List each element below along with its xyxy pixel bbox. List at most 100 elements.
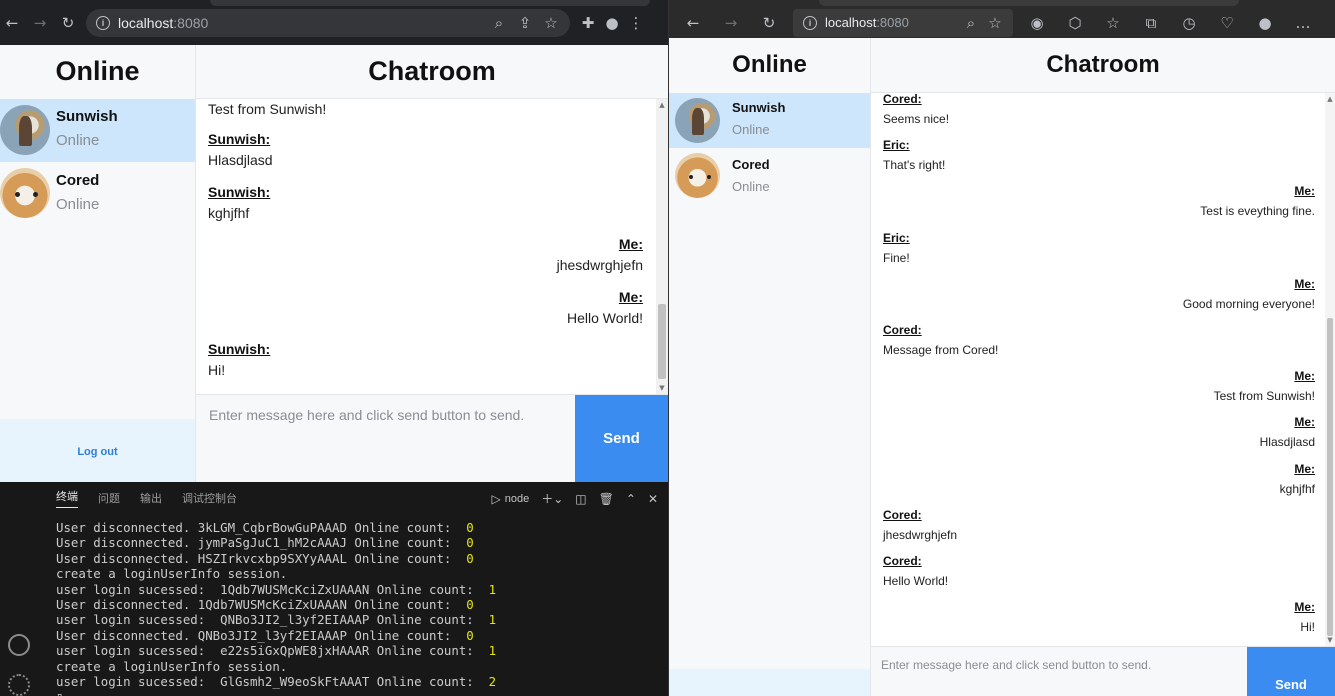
message-text: Hlasdjlasd	[208, 152, 273, 168]
shell-label[interactable]: node	[505, 493, 529, 505]
message-sender: Sunwish:	[208, 131, 271, 147]
message: Sunwish: Hlasdjlasd	[208, 131, 643, 168]
extensions-icon[interactable]: ⬡	[1063, 11, 1087, 35]
account-icon[interactable]	[8, 634, 30, 656]
tab-terminal[interactable]: 终端	[56, 488, 78, 508]
message-text: That's right!	[883, 158, 946, 173]
bookmark-star-icon[interactable]: ☆	[542, 11, 560, 35]
add-favorite-icon[interactable]: ☆	[987, 11, 1003, 35]
logout-bar: Log out	[0, 419, 195, 482]
avatar	[675, 153, 720, 198]
performance-icon[interactable]: ♡	[1215, 11, 1239, 35]
user-name: Cored	[732, 157, 770, 172]
message-sender: Me:	[1294, 415, 1315, 430]
message-sender: Cored:	[883, 93, 922, 106]
message-text: Seems nice!	[883, 112, 950, 126]
forward-icon[interactable]: →	[28, 11, 52, 35]
message-scrollbar[interactable]: ▲ ▼	[1325, 93, 1335, 646]
avatar	[0, 168, 50, 218]
scroll-down-icon[interactable]: ▼	[1325, 636, 1335, 644]
terminal-panel: 终端 问题 输出 调试控制台 ▷ node ＋⌄ ◫ 🗑 ⌃ ✕ User di…	[0, 482, 668, 696]
terminal-line: user login sucessed: GlGsmh2_W9eoSkFtAAA…	[56, 674, 497, 690]
split-terminal-icon[interactable]: ◫	[575, 492, 586, 506]
message-text: Message from Cored!	[883, 343, 999, 357]
user-status: Online	[732, 122, 770, 137]
message: Me: Hello World!	[208, 289, 643, 326]
site-info-icon[interactable]: i	[96, 15, 110, 30]
message-text: Test from Sunwish!	[1213, 389, 1315, 404]
share-icon[interactable]: ⇪	[516, 11, 534, 35]
tab-strip	[210, 0, 650, 6]
tab-output[interactable]: 输出	[140, 490, 162, 506]
message: Eric: That's right!	[883, 138, 1315, 172]
message-input[interactable]	[209, 407, 569, 423]
tab-debug-console[interactable]: 调试控制台	[182, 490, 237, 506]
terminal-output[interactable]: User disconnected. 3kLGM_CqbrBowGuPAAAD …	[56, 520, 496, 696]
zoom-icon[interactable]: ⌕	[963, 11, 979, 35]
tab-problems[interactable]: 问题	[98, 490, 120, 506]
user-item-cored[interactable]: Cored Online	[0, 162, 195, 225]
add-terminal-icon[interactable]: ＋⌄	[541, 490, 563, 507]
message-text: jhesdwrghjefn	[883, 527, 958, 542]
message-sender: Eric:	[883, 138, 910, 153]
reload-icon[interactable]: ↻	[757, 11, 781, 35]
scrollbar-thumb[interactable]	[1327, 318, 1333, 636]
message: Me: Test is eveything fine.	[883, 184, 1315, 218]
user-item-cored[interactable]: Cored Online	[669, 148, 870, 203]
address-bar[interactable]: i localhost:8080 ⌕ ☆	[793, 8, 1013, 37]
collections-icon[interactable]: ⧉	[1139, 11, 1163, 35]
message-text: Hello World!	[883, 574, 949, 588]
back-icon[interactable]: ←	[0, 11, 24, 35]
site-info-icon[interactable]: i	[803, 15, 817, 30]
message: Cored: Message from Cored!	[883, 323, 1315, 357]
scrollbar-thumb[interactable]	[658, 304, 666, 379]
browser-toolbar: ← → ↻ i localhost:8080 ⌕ ⇪ ☆ ✚ ● ⋮	[0, 0, 668, 45]
history-icon[interactable]: ◷	[1177, 11, 1201, 35]
terminal-line: User disconnected. HSZIrkvcxbp9SXYyAAAL …	[56, 550, 474, 566]
menu-icon[interactable]: …	[1291, 11, 1315, 35]
forward-icon[interactable]: →	[719, 11, 743, 35]
user-item-sunwish[interactable]: Sunwish Online	[0, 99, 195, 162]
menu-icon[interactable]: ⋮	[624, 11, 648, 35]
online-count: 0	[466, 550, 474, 566]
address-bar[interactable]: i localhost:8080 ⌕ ⇪ ☆	[86, 8, 570, 37]
user-status: Online	[732, 179, 770, 194]
terminal-line: User disconnected. 3kLGM_CqbrBowGuPAAAD …	[56, 520, 474, 535]
terminal-cursor: ▯	[56, 689, 496, 696]
online-count: 1	[488, 581, 497, 597]
terminal-line: User disconnected. QNBo3JI2_l3yf2EIAAAP …	[56, 627, 474, 643]
send-button[interactable]: Send	[1247, 647, 1335, 696]
favorites-icon[interactable]: ☆	[1101, 11, 1125, 35]
extensions-icon[interactable]: ✚	[576, 11, 600, 35]
profile-icon[interactable]: ●	[1253, 11, 1277, 35]
send-button[interactable]: Send	[575, 395, 668, 482]
activity-bar	[0, 482, 38, 696]
message-sender: Cored:	[883, 554, 922, 568]
message-sender: Sunwish:	[208, 341, 271, 357]
profile-icon[interactable]: ●	[600, 11, 624, 35]
message-text: Good morning everyone!	[1182, 296, 1315, 311]
settings-gear-icon[interactable]	[8, 674, 30, 696]
online-count: 2	[488, 674, 497, 690]
user-name: Sunwish	[56, 108, 118, 125]
back-icon[interactable]: ←	[681, 11, 705, 35]
terminal-line: user login sucessed: e22s5iGxQpWE8jxHAAA…	[56, 643, 497, 659]
browser-window-left: ← → ↻ i localhost:8080 ⌕ ⇪ ☆ ✚ ● ⋮ Onlin…	[0, 0, 668, 696]
zoom-icon[interactable]: ⌕	[490, 11, 508, 35]
maximize-panel-icon[interactable]: ⌃	[626, 492, 636, 506]
message-input[interactable]	[881, 658, 1231, 672]
trash-icon[interactable]: 🗑	[599, 492, 614, 506]
user-item-sunwish[interactable]: Sunwish Online	[669, 93, 870, 148]
scroll-up-icon[interactable]: ▲	[1325, 95, 1335, 103]
terminal-line: User disconnected. 1Qdb7WUSMcKciZxUAAAN …	[56, 597, 474, 613]
scroll-up-icon[interactable]: ▲	[656, 101, 668, 109]
message: Me: Hi!	[883, 600, 1315, 634]
message-scrollbar[interactable]: ▲ ▼	[656, 99, 668, 394]
extension-icon[interactable]: ◉	[1025, 11, 1049, 35]
reload-icon[interactable]: ↻	[56, 11, 80, 35]
logout-button[interactable]: Log out	[77, 446, 117, 458]
user-name: Cored	[56, 172, 100, 189]
scroll-down-icon[interactable]: ▼	[656, 384, 668, 392]
sidebar-title: Online	[55, 56, 140, 86]
close-panel-icon[interactable]: ✕	[648, 492, 658, 506]
